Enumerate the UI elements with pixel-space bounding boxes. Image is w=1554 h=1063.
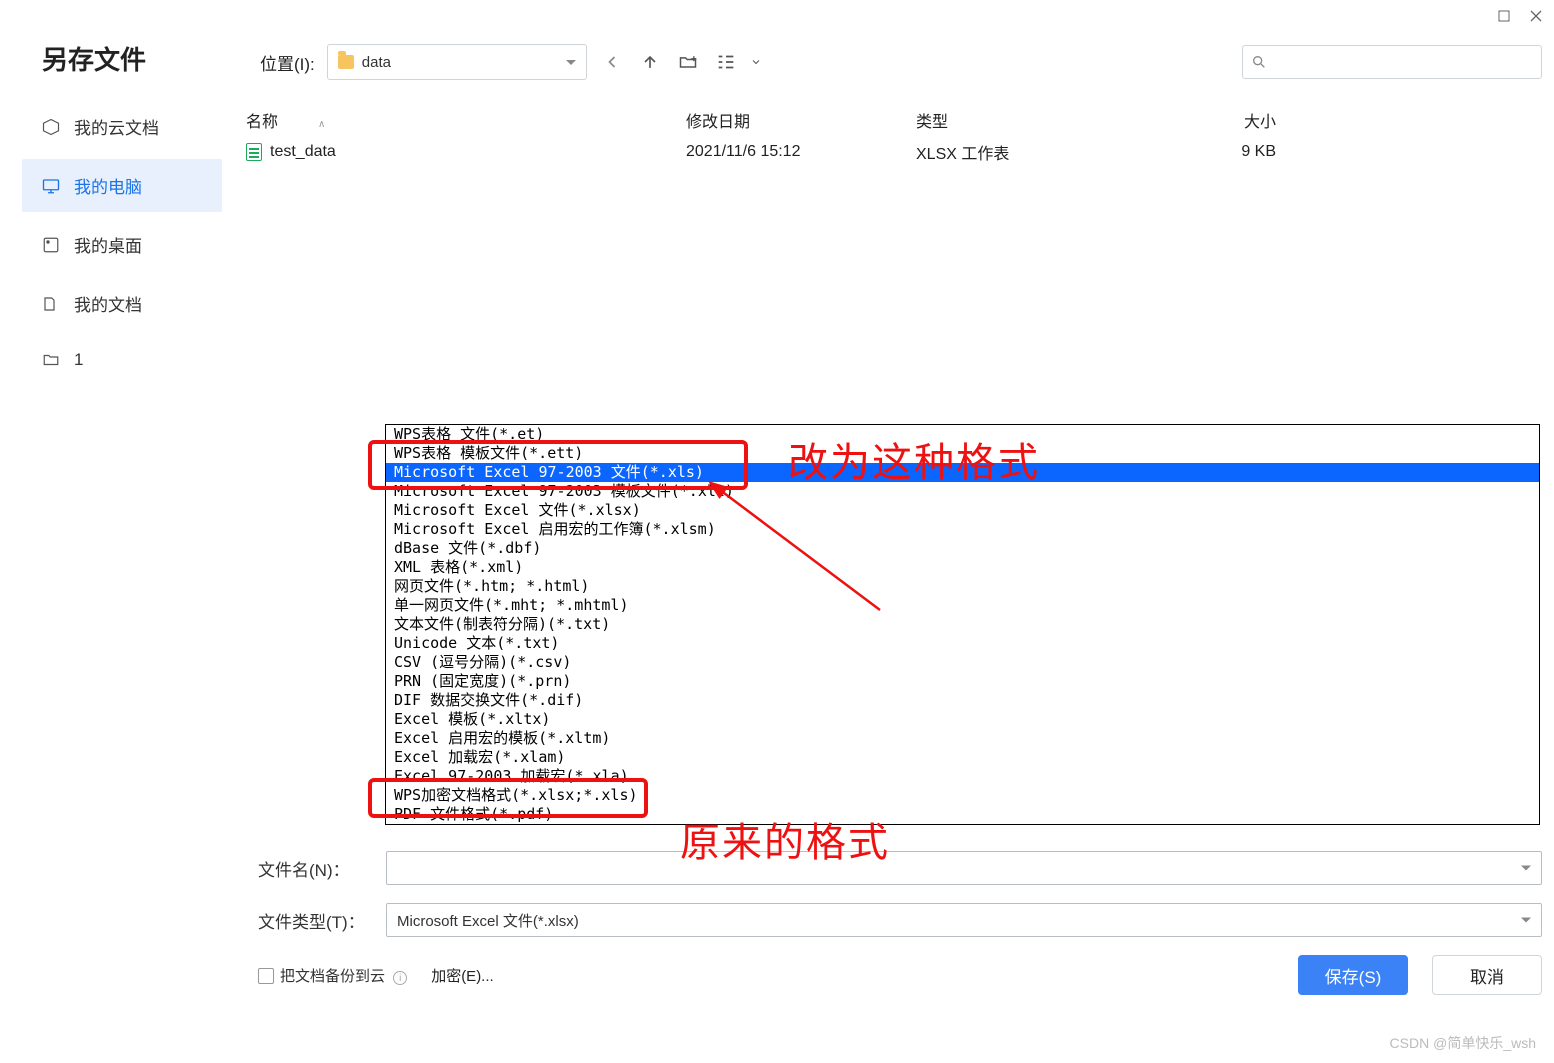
column-size[interactable]: 大小 <box>1116 108 1276 132</box>
location-combo[interactable]: data <box>327 44 587 80</box>
search-icon <box>1251 54 1267 70</box>
filetype-option[interactable]: 单一网页文件(*.mht; *.mhtml) <box>386 596 1539 615</box>
filetype-option[interactable]: WPS表格 文件(*.et) <box>386 425 1539 444</box>
filetype-option[interactable]: Microsoft Excel 97-2003 模板文件(*.xlt) <box>386 482 1539 501</box>
xlsx-file-icon <box>246 143 262 161</box>
cancel-button[interactable]: 取消 <box>1432 955 1542 995</box>
file-type: XLSX 工作表 <box>916 140 1116 164</box>
close-icon[interactable] <box>1530 9 1542 21</box>
documents-icon <box>42 295 60 313</box>
filetype-option[interactable]: Microsoft Excel 启用宏的工作簿(*.xlsm) <box>386 520 1539 539</box>
sidebar-item-recent-1[interactable]: 1 <box>22 336 222 384</box>
sidebar-item-documents[interactable]: 我的文档 <box>22 277 222 330</box>
filetype-option[interactable]: CSV (逗号分隔)(*.csv) <box>386 653 1539 672</box>
filetype-option[interactable]: 文本文件(制表符分隔)(*.txt) <box>386 615 1539 634</box>
view-mode-button[interactable] <box>713 49 739 75</box>
column-type[interactable]: 类型 <box>916 108 1116 132</box>
filename-label: 文件名(N)： <box>258 856 386 881</box>
sidebar-item-label: 我的文档 <box>74 291 142 316</box>
file-modified: 2021/11/6 15:12 <box>686 143 916 161</box>
my-computer-icon <box>42 177 60 195</box>
filetype-option[interactable]: WPS表格 模板文件(*.ett) <box>386 444 1539 463</box>
sidebar-item-label: 我的桌面 <box>74 232 142 257</box>
sidebar-item-label: 1 <box>74 350 83 370</box>
sort-asc-icon: ∧ <box>318 119 325 130</box>
location-label: 位置(I): <box>260 50 315 75</box>
filetype-option[interactable]: DIF 数据交换文件(*.dif) <box>386 691 1539 710</box>
filetype-option[interactable]: Unicode 文本(*.txt) <box>386 634 1539 653</box>
file-name: test_data <box>270 143 336 161</box>
dialog-title: 另存文件 <box>42 40 146 77</box>
filetype-option[interactable]: Excel 加载宏(*.xlam) <box>386 748 1539 767</box>
back-button[interactable] <box>599 49 625 75</box>
checkbox-icon <box>258 968 274 984</box>
location-value: data <box>362 54 391 71</box>
filetype-option[interactable]: PDF 文件格式(*.pdf) <box>386 805 1539 824</box>
sidebar-item-desktop[interactable]: 我的桌面 <box>22 218 222 271</box>
backup-to-cloud-checkbox[interactable]: 把文档备份到云 i <box>258 965 407 986</box>
filetype-option[interactable]: WPS加密文档格式(*.xlsx;*.xls) <box>386 786 1539 805</box>
minimize-icon[interactable] <box>1498 9 1510 21</box>
filetype-value: Microsoft Excel 文件(*.xlsx) <box>397 910 579 931</box>
folder-icon <box>338 55 354 69</box>
filetype-option[interactable]: 网页文件(*.htm; *.html) <box>386 577 1539 596</box>
filetype-option[interactable]: XML 表格(*.xml) <box>386 558 1539 577</box>
filetype-option[interactable]: Excel 模板(*.xltx) <box>386 710 1539 729</box>
filetype-option[interactable]: Excel 97-2003 加载宏(*.xla) <box>386 767 1539 786</box>
chevron-down-icon <box>1521 866 1531 871</box>
up-button[interactable] <box>637 49 663 75</box>
file-size: 9 KB <box>1116 143 1276 161</box>
filetype-option[interactable]: Microsoft Excel 97-2003 文件(*.xls) <box>386 463 1539 482</box>
sidebar-item-label: 我的云文档 <box>74 114 159 139</box>
filetype-option[interactable]: Microsoft Excel 文件(*.xlsx) <box>386 501 1539 520</box>
info-icon[interactable]: i <box>393 971 407 985</box>
column-modified[interactable]: 修改日期 <box>686 108 916 132</box>
column-name[interactable]: 名称∧ <box>246 108 686 132</box>
sidebar-item-my-computer[interactable]: 我的电脑 <box>22 159 222 212</box>
filename-input[interactable] <box>386 851 1542 885</box>
filetype-option[interactable]: Excel 启用宏的模板(*.xltm) <box>386 729 1539 748</box>
search-box[interactable] <box>1242 45 1542 79</box>
desktop-icon <box>42 236 60 254</box>
encrypt-link[interactable]: 加密(E)... <box>431 965 494 986</box>
folder-icon <box>42 351 60 369</box>
view-mode-caret[interactable] <box>743 49 769 75</box>
chevron-down-icon <box>566 60 576 65</box>
sidebar-item-cloud-docs[interactable]: 我的云文档 <box>22 100 222 153</box>
save-button[interactable]: 保存(S) <box>1298 955 1408 995</box>
filetype-dropdown[interactable]: WPS表格 文件(*.et)WPS表格 模板文件(*.ett)Microsoft… <box>385 424 1540 825</box>
sidebar-item-label: 我的电脑 <box>74 173 142 198</box>
filetype-label: 文件类型(T)： <box>258 908 386 933</box>
watermark: CSDN @简单快乐_wsh <box>1390 1033 1536 1053</box>
cloud-doc-icon <box>42 118 60 136</box>
new-folder-button[interactable] <box>675 49 701 75</box>
filetype-option[interactable]: PRN (固定宽度)(*.prn) <box>386 672 1539 691</box>
search-input[interactable] <box>1267 53 1533 71</box>
filetype-option[interactable]: dBase 文件(*.dbf) <box>386 539 1539 558</box>
file-list-header: 名称∧ 修改日期 类型 大小 <box>238 104 1542 136</box>
chevron-down-icon <box>1521 918 1531 923</box>
filetype-combo[interactable]: Microsoft Excel 文件(*.xlsx) <box>386 903 1542 937</box>
file-row[interactable]: test_data 2021/11/6 15:12 XLSX 工作表 9 KB <box>238 136 1542 168</box>
sidebar: 我的云文档 我的电脑 我的桌面 我的文档 1 <box>22 100 222 390</box>
